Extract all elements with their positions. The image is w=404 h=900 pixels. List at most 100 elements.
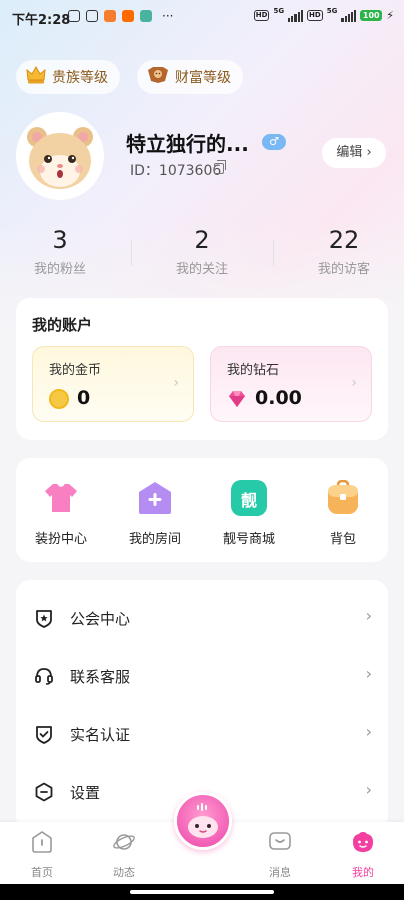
noble-level-label: 贵族等级 (52, 70, 108, 86)
list-item-label: 实名认证 (70, 726, 131, 744)
liang-glyph: 靓 (240, 491, 257, 510)
coins-value: 0 (77, 387, 91, 409)
coin-icon (49, 389, 69, 409)
wealth-level-button[interactable]: 财富等级 (137, 60, 243, 94)
stat-fans-label: 我的粉丝 (33, 262, 86, 277)
list-item-customer-service[interactable]: 联系客服 › (16, 646, 388, 704)
shield-check-icon (36, 726, 52, 744)
home-indicator[interactable] (130, 890, 274, 894)
diamonds-value: 0.00 (255, 387, 302, 409)
nav-label: 我的 (352, 866, 374, 879)
grid-item-label: 靓号商城 (222, 532, 275, 547)
wealth-badge-icon (147, 66, 169, 88)
signal-icon (288, 9, 304, 22)
status-notification-icons: ··· (68, 9, 173, 23)
chevron-right-icon: › (365, 664, 372, 683)
network-type-label-2: 5G (326, 6, 338, 15)
grid-item-my-room[interactable]: 我的房间 (112, 480, 198, 547)
shield-star-icon (36, 610, 52, 628)
battery-icon: 100 (360, 10, 383, 21)
network-type-label: 5G (273, 6, 285, 15)
nav-label: 首页 (31, 866, 53, 879)
list-item-guild-center[interactable]: 公会中心 › (16, 588, 388, 646)
stat-following[interactable]: 2 我的关注 (142, 226, 262, 277)
charging-icon: ⚡ (386, 9, 394, 22)
stat-following-label: 我的关注 (175, 262, 228, 277)
center-live-button[interactable] (174, 792, 232, 850)
more-notifications-icon: ··· (162, 9, 174, 23)
store-notification-icon (140, 10, 152, 22)
status-system-icons: HD 5G HD 5G 100 ⚡ (253, 6, 394, 22)
stat-visitors[interactable]: 22 我的访客 (284, 226, 404, 277)
stat-divider-2 (273, 240, 274, 266)
home-icon (32, 831, 52, 853)
hd-icon-2: HD (307, 10, 323, 21)
avatar[interactable] (16, 112, 104, 200)
nav-item-me[interactable]: 我的 (333, 830, 393, 880)
grid-item-label: 我的房间 (128, 532, 181, 547)
crown-icon (26, 65, 46, 88)
chevron-right-icon: › (365, 722, 372, 741)
stat-following-value: 2 (194, 226, 210, 254)
grid-item-label: 装扮中心 (34, 532, 87, 547)
nav-label: 消息 (269, 866, 291, 879)
chevron-right-icon: › (365, 780, 372, 799)
nav-item-home[interactable]: 首页 (12, 830, 72, 880)
app-notification-icon (104, 10, 116, 22)
chevron-right-icon: › (173, 375, 179, 391)
mascot-icon (188, 803, 218, 838)
headset-icon (35, 668, 53, 685)
alarm-icon (68, 10, 80, 22)
profile-face-icon (353, 832, 373, 852)
list-item-real-name-verification[interactable]: 实名认证 › (16, 704, 388, 762)
user-id-label: ID： (130, 163, 159, 179)
planet-icon (113, 834, 135, 850)
feature-grid-card: 装扮中心 我的房间 靓 靓号商城 背包 (16, 458, 388, 562)
backpack-icon (325, 479, 361, 516)
shirt-icon (43, 480, 79, 516)
list-item-label: 设置 (70, 784, 101, 802)
stat-fans-value: 3 (52, 226, 68, 254)
hamster-avatar-icon (19, 115, 101, 197)
list-item-label: 联系客服 (70, 668, 131, 686)
nav-item-messages[interactable]: 消息 (250, 830, 310, 880)
grid-item-label: 背包 (329, 532, 356, 547)
settings-icon (35, 782, 53, 802)
liang-badge-icon: 靓 (231, 480, 267, 516)
nickname: 特立独行的... (126, 132, 249, 156)
nav-item-feed[interactable]: 动态 (94, 830, 154, 880)
nav-label: 动态 (113, 866, 135, 879)
user-id: ID：1073606 (130, 160, 221, 180)
message-icon (269, 832, 291, 850)
status-time: 下午2:28 (12, 13, 71, 28)
diamond-icon (229, 391, 245, 407)
diamonds-box[interactable]: 我的钻石 0.00 › (210, 346, 372, 422)
grid-item-dress-center[interactable]: 装扮中心 (18, 480, 104, 547)
copy-icon[interactable] (214, 160, 226, 174)
mi-notification-icon (122, 10, 134, 22)
gender-male-badge: ♂ (262, 134, 286, 150)
stat-visitors-label: 我的访客 (317, 262, 370, 277)
coins-label: 我的金币 (49, 363, 102, 378)
noble-level-button[interactable]: 贵族等级 (16, 60, 120, 94)
stat-divider (131, 240, 132, 266)
diamonds-label: 我的钻石 (227, 363, 280, 378)
coins-box[interactable]: 我的金币 0 › (32, 346, 194, 422)
grid-item-backpack[interactable]: 背包 (300, 479, 386, 547)
stat-visitors-value: 22 (328, 226, 360, 254)
house-plus-icon (137, 480, 173, 516)
chevron-right-icon: › (365, 606, 372, 625)
hd-icon: HD (253, 10, 270, 21)
grid-item-liang-shop[interactable]: 靓 靓号商城 (206, 480, 292, 547)
edit-profile-button[interactable]: 编辑 › (322, 138, 386, 168)
signal-icon-2 (341, 9, 357, 22)
account-title: 我的账户 (32, 316, 93, 334)
list-item-label: 公会中心 (70, 610, 131, 628)
chevron-right-icon: › (351, 375, 357, 391)
nfc-icon (86, 10, 98, 22)
wealth-level-label: 财富等级 (175, 70, 231, 86)
account-card: 我的账户 我的金币 0 › 我的钻石 0.00 › (16, 298, 388, 440)
stat-fans[interactable]: 3 我的粉丝 (0, 226, 120, 277)
status-bar: 下午2:28 ··· HD 5G HD 5G 100 ⚡ (0, 0, 404, 32)
user-id-value: 1073606 (158, 163, 222, 179)
